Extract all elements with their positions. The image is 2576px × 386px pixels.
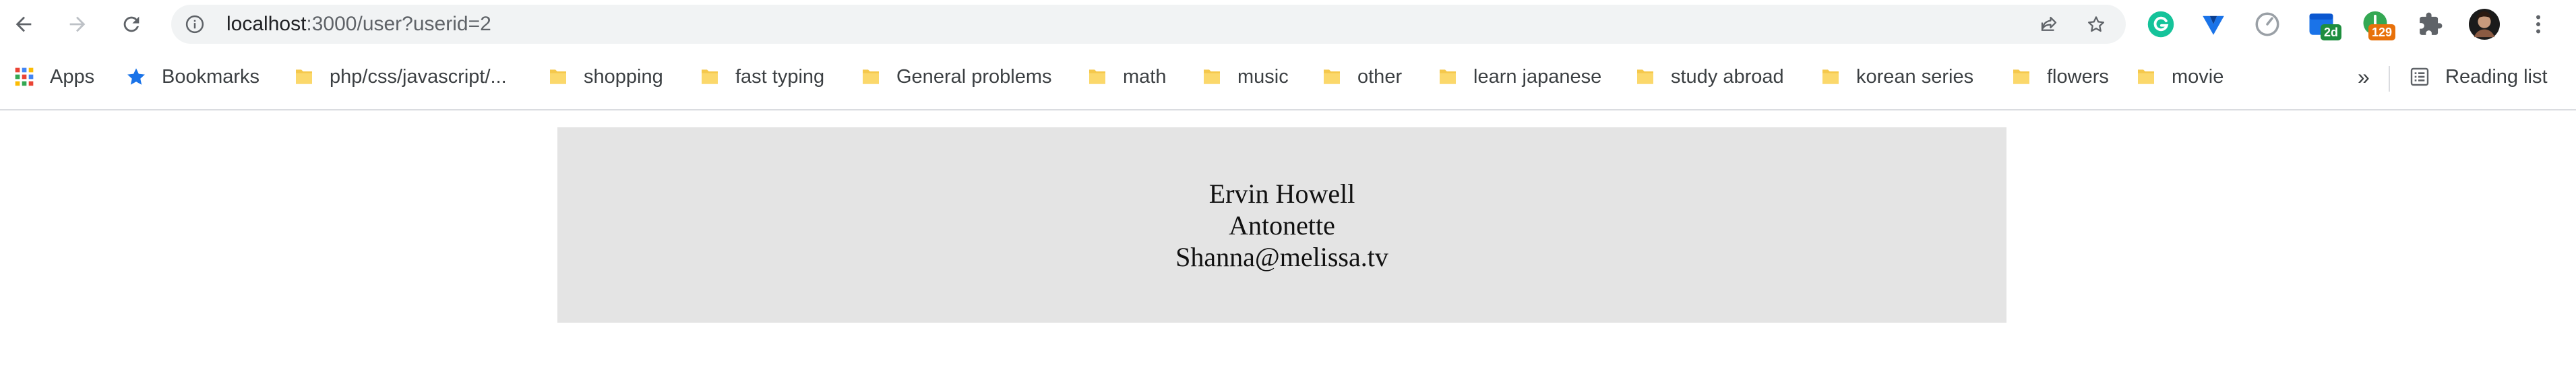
bookmark-apps-label: Apps	[50, 65, 95, 88]
bookmark-star-button[interactable]	[2084, 12, 2108, 36]
browser-toolbar: localhost:3000/user?userid=2 2d 129	[0, 0, 2576, 49]
profile-avatar-button[interactable]	[2467, 7, 2502, 42]
user-username: Antonette	[1229, 210, 1335, 240]
share-icon	[2041, 16, 2057, 31]
user-email: Shanna@melissa.tv	[1175, 241, 1388, 272]
bookmark-folder[interactable]: php/css/javascript/...	[293, 55, 507, 98]
bookmark-folder-label: korean series	[1856, 65, 1974, 88]
bookmark-folder[interactable]: korean series	[1820, 55, 1973, 98]
share-button[interactable]	[2037, 12, 2061, 36]
forward-arrow-icon	[69, 16, 86, 32]
bookmark-folder-label: php/css/javascript/...	[330, 65, 507, 88]
browser-menu-button[interactable]	[2521, 7, 2556, 42]
notification-extension-button[interactable]: 129	[2358, 7, 2395, 42]
back-arrow-icon	[16, 16, 32, 32]
bookmark-folder[interactable]: flowers	[2011, 55, 2109, 98]
bookmark-folder-label: flowers	[2047, 65, 2109, 88]
bookmark-folder[interactable]: study abroad	[1634, 55, 1784, 98]
user-card: Ervin Howell Antonette Shanna@melissa.tv	[557, 127, 2006, 323]
extensions-puzzle-icon	[2420, 12, 2443, 35]
folder-icon	[550, 69, 566, 84]
back-button[interactable]	[7, 7, 40, 41]
bookmark-folder[interactable]: fast typing	[699, 55, 824, 98]
bookmarks-overflow-button[interactable]: »	[2358, 55, 2370, 98]
speed-extension-icon	[2255, 12, 2279, 36]
avatar	[2469, 9, 2500, 40]
speed-extension-button[interactable]	[2250, 7, 2285, 42]
folder-icon	[702, 69, 718, 84]
address-bar[interactable]: localhost:3000/user?userid=2	[171, 5, 2126, 44]
bookmark-folder-label: learn japanese	[1473, 65, 1602, 88]
folder-icon	[2013, 69, 2029, 84]
bookmark-folder-label: shopping	[584, 65, 663, 88]
folder-icon	[1822, 69, 1839, 84]
calendar-extension-button[interactable]: 2d	[2304, 7, 2341, 42]
star-outline-icon	[2088, 16, 2104, 32]
vpn-extension-button[interactable]	[2196, 7, 2231, 42]
reading-list-icon	[2410, 67, 2429, 86]
bookmark-folder[interactable]: math	[1086, 55, 1166, 98]
apps-grid-icon	[15, 67, 34, 86]
forward-button[interactable]	[61, 7, 94, 41]
calendar-badge: 2d	[2320, 24, 2341, 40]
folder-icon	[1440, 69, 1456, 84]
url-host: localhost	[226, 13, 307, 35]
bookmark-apps[interactable]: Apps	[13, 55, 94, 98]
reading-list-button[interactable]: Reading list	[2409, 55, 2548, 98]
bookmark-bookmarks-label: Bookmarks	[162, 65, 260, 88]
notification-badge: 129	[2368, 24, 2395, 40]
bookmark-folder-label: General problems	[896, 65, 1052, 88]
reload-icon	[123, 16, 140, 32]
bookmark-folder-label: other	[1357, 65, 1403, 88]
grammarly-icon	[2147, 11, 2174, 38]
extensions-button[interactable]	[2413, 7, 2448, 42]
bookmark-folder[interactable]: shopping	[547, 55, 663, 98]
bookmark-folder[interactable]: other	[1321, 55, 1402, 98]
bookmark-folder[interactable]: music	[1201, 55, 1289, 98]
bookmark-folder-label: study abroad	[1671, 65, 1784, 88]
site-info-icon[interactable]	[185, 14, 205, 34]
overflow-chevron-icon: »	[2358, 64, 2370, 89]
bookmarks-bar: Apps Bookmarks php/css/javascript/... sh…	[0, 55, 2576, 98]
folder-icon	[863, 69, 879, 84]
reading-list-label: Reading list	[2445, 65, 2548, 88]
bookmark-folder-label: music	[1237, 65, 1289, 88]
bookmark-folder[interactable]: General problems	[860, 55, 1052, 98]
folder-icon	[1324, 69, 1340, 84]
bookmark-folder-label: math	[1123, 65, 1167, 88]
star-filled-icon	[127, 68, 145, 85]
bookmark-folder[interactable]: learn japanese	[1437, 55, 1601, 98]
folder-icon	[2138, 69, 2154, 84]
url-text[interactable]: localhost:3000/user?userid=2	[226, 5, 491, 44]
bookmark-folder-label: fast typing	[735, 65, 825, 88]
kebab-menu-icon	[2536, 15, 2540, 34]
bookmark-folder[interactable]: movie	[2135, 55, 2224, 98]
reload-button[interactable]	[115, 7, 148, 41]
bookmark-folder-label: movie	[2172, 65, 2224, 88]
folder-icon	[1089, 69, 1105, 84]
folder-icon	[1637, 69, 1653, 84]
user-name: Ervin Howell	[1208, 178, 1355, 209]
url-path: :3000/user?userid=2	[306, 13, 491, 35]
folder-icon	[1204, 69, 1220, 84]
bookmark-bookmarks[interactable]: Bookmarks	[125, 55, 259, 98]
folder-icon	[296, 69, 312, 84]
grammarly-button[interactable]	[2143, 7, 2178, 42]
bookmarks-separator	[2389, 66, 2390, 92]
toolbar-bottom-border	[0, 109, 2576, 110]
vpn-extension-icon	[2203, 15, 2224, 35]
